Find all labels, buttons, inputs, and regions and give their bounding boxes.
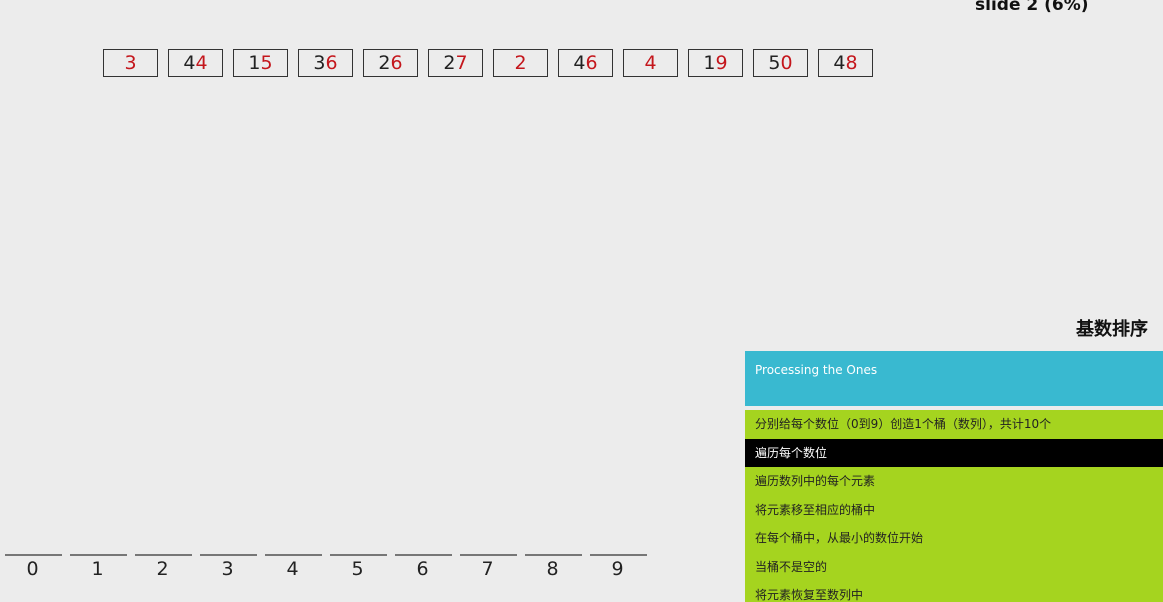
- cell-tens-digit: 2: [378, 51, 391, 74]
- array-cell: 15: [233, 49, 288, 77]
- bucket-line: [5, 554, 62, 556]
- array-cell: 27: [428, 49, 483, 77]
- array-row: 344153626272464195048: [103, 49, 883, 77]
- cell-ones-digit: 3: [124, 51, 137, 74]
- bucket-line: [70, 554, 127, 556]
- array-cell: 44: [168, 49, 223, 77]
- pseudocode-line: 遍历数列中的每个元素: [755, 474, 876, 488]
- status-text: Processing the Ones: [755, 363, 878, 377]
- cell-ones-digit: 4: [195, 51, 208, 74]
- array-cell: 4: [623, 49, 678, 77]
- cell-tens-digit: 1: [248, 51, 261, 74]
- pseudocode-line: 将元素移至相应的桶中: [755, 502, 876, 517]
- cell-tens-digit: 4: [833, 51, 846, 74]
- bucket: 1: [70, 554, 127, 579]
- pseudocode-line: 将元素恢复至数列中: [755, 588, 864, 602]
- visualization-stage: slide 2 (6%) 344153626272464195048 01234…: [0, 0, 1163, 602]
- bucket: 8: [525, 554, 582, 579]
- cell-tens-digit: 3: [313, 51, 326, 74]
- array-cell: 19: [688, 49, 743, 77]
- cell-tens-digit: 4: [573, 51, 586, 74]
- pseudocode-line: 遍历每个数位: [745, 438, 1163, 467]
- bucket: 9: [590, 554, 647, 579]
- cell-ones-digit: 4: [644, 51, 657, 74]
- bucket: 4: [265, 554, 322, 579]
- cell-tens-digit: 1: [703, 51, 716, 74]
- bucket-label: 4: [286, 558, 299, 580]
- status-message: Processing the Ones: [745, 351, 1163, 406]
- pseudocode-line: 在每个桶中，从最小的数位开始: [755, 531, 924, 545]
- bucket-line: [590, 554, 647, 556]
- bucket-label: 7: [481, 558, 494, 580]
- bucket-line: [265, 554, 322, 556]
- bucket-line: [460, 554, 517, 556]
- cell-tens-digit: 2: [443, 51, 456, 74]
- array-cell: 48: [818, 49, 873, 77]
- bucket: 5: [330, 554, 387, 579]
- cell-ones-digit: 0: [780, 51, 793, 74]
- bucket-line: [135, 554, 192, 556]
- cell-ones-digit: 5: [260, 51, 273, 74]
- bucket-label: 8: [546, 558, 559, 580]
- bucket-label: 5: [351, 558, 364, 580]
- array-cell: 36: [298, 49, 353, 77]
- bucket-line: [395, 554, 452, 556]
- bucket: 7: [460, 554, 517, 579]
- bucket-line: [200, 554, 257, 556]
- bucket-line: [330, 554, 387, 556]
- cell-ones-digit: 6: [390, 51, 403, 74]
- cell-ones-digit: 8: [845, 51, 858, 74]
- cell-ones-digit: 9: [715, 51, 728, 74]
- bucket-label: 2: [156, 558, 169, 580]
- bucket: 0: [5, 554, 62, 579]
- bucket-label: 0: [26, 558, 39, 580]
- cell-ones-digit: 2: [514, 51, 527, 74]
- pseudocode-panel: 分别给每个数位（0到9）创造1个桶（数列），共计10个遍历每个数位遍历数列中的每…: [745, 410, 1163, 602]
- cell-tens-digit: 5: [768, 51, 781, 74]
- array-cell: 50: [753, 49, 808, 77]
- array-cell: 2: [493, 49, 548, 77]
- array-cell: 26: [363, 49, 418, 77]
- array-cell: 3: [103, 49, 158, 77]
- bucket-row: 0 1 2 3 4 5 6 7 8 9: [5, 554, 655, 579]
- slide-label: slide 2 (6%): [975, 0, 1089, 15]
- cell-ones-digit: 6: [585, 51, 598, 74]
- bucket: 3: [200, 554, 257, 579]
- cell-ones-digit: 7: [455, 51, 468, 74]
- bucket-label: 1: [91, 558, 104, 580]
- bucket-label: 9: [611, 558, 624, 580]
- bucket-line: [525, 554, 582, 556]
- pseudocode-line: 分别给每个数位（0到9）创造1个桶（数列），共计10个: [755, 417, 1052, 431]
- pseudocode-line: 当桶不是空的: [755, 559, 828, 574]
- bucket: 6: [395, 554, 452, 579]
- bucket-label: 6: [416, 558, 429, 580]
- bucket-label: 3: [221, 558, 234, 580]
- bucket: 2: [135, 554, 192, 579]
- array-cell: 46: [558, 49, 613, 77]
- cell-ones-digit: 6: [325, 51, 338, 74]
- panel-title: 基数排序: [1076, 319, 1148, 340]
- cell-tens-digit: 4: [183, 51, 196, 74]
